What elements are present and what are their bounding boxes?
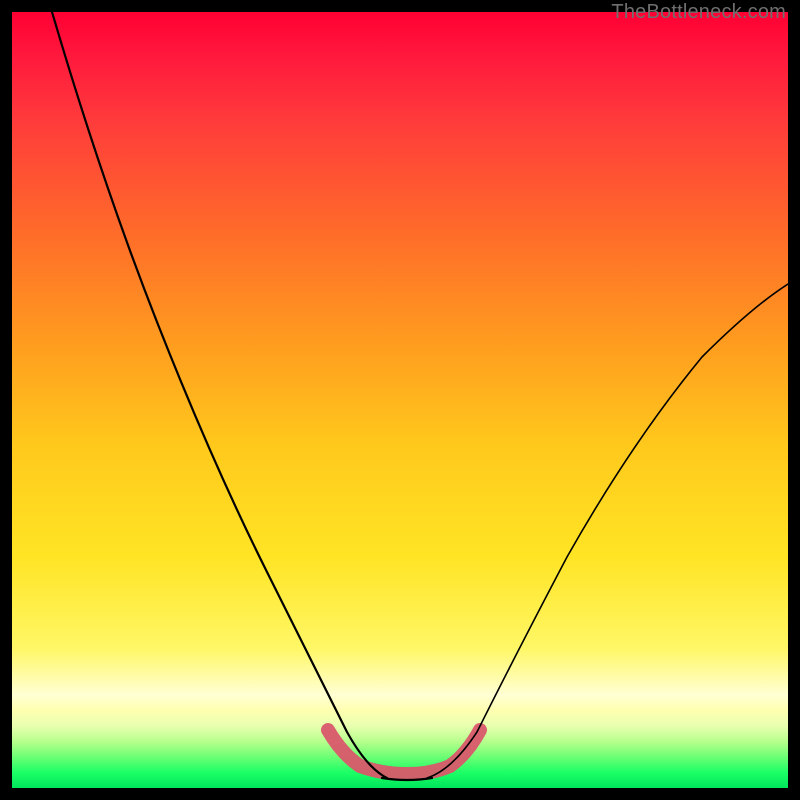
bottleneck-curve-right — [427, 284, 788, 778]
watermark-text: TheBottleneck.com — [611, 1, 786, 24]
bottleneck-curve-left — [52, 12, 387, 778]
plot-area — [12, 12, 788, 788]
chart-frame: TheBottleneck.com — [0, 0, 800, 800]
chart-svg — [12, 12, 788, 788]
